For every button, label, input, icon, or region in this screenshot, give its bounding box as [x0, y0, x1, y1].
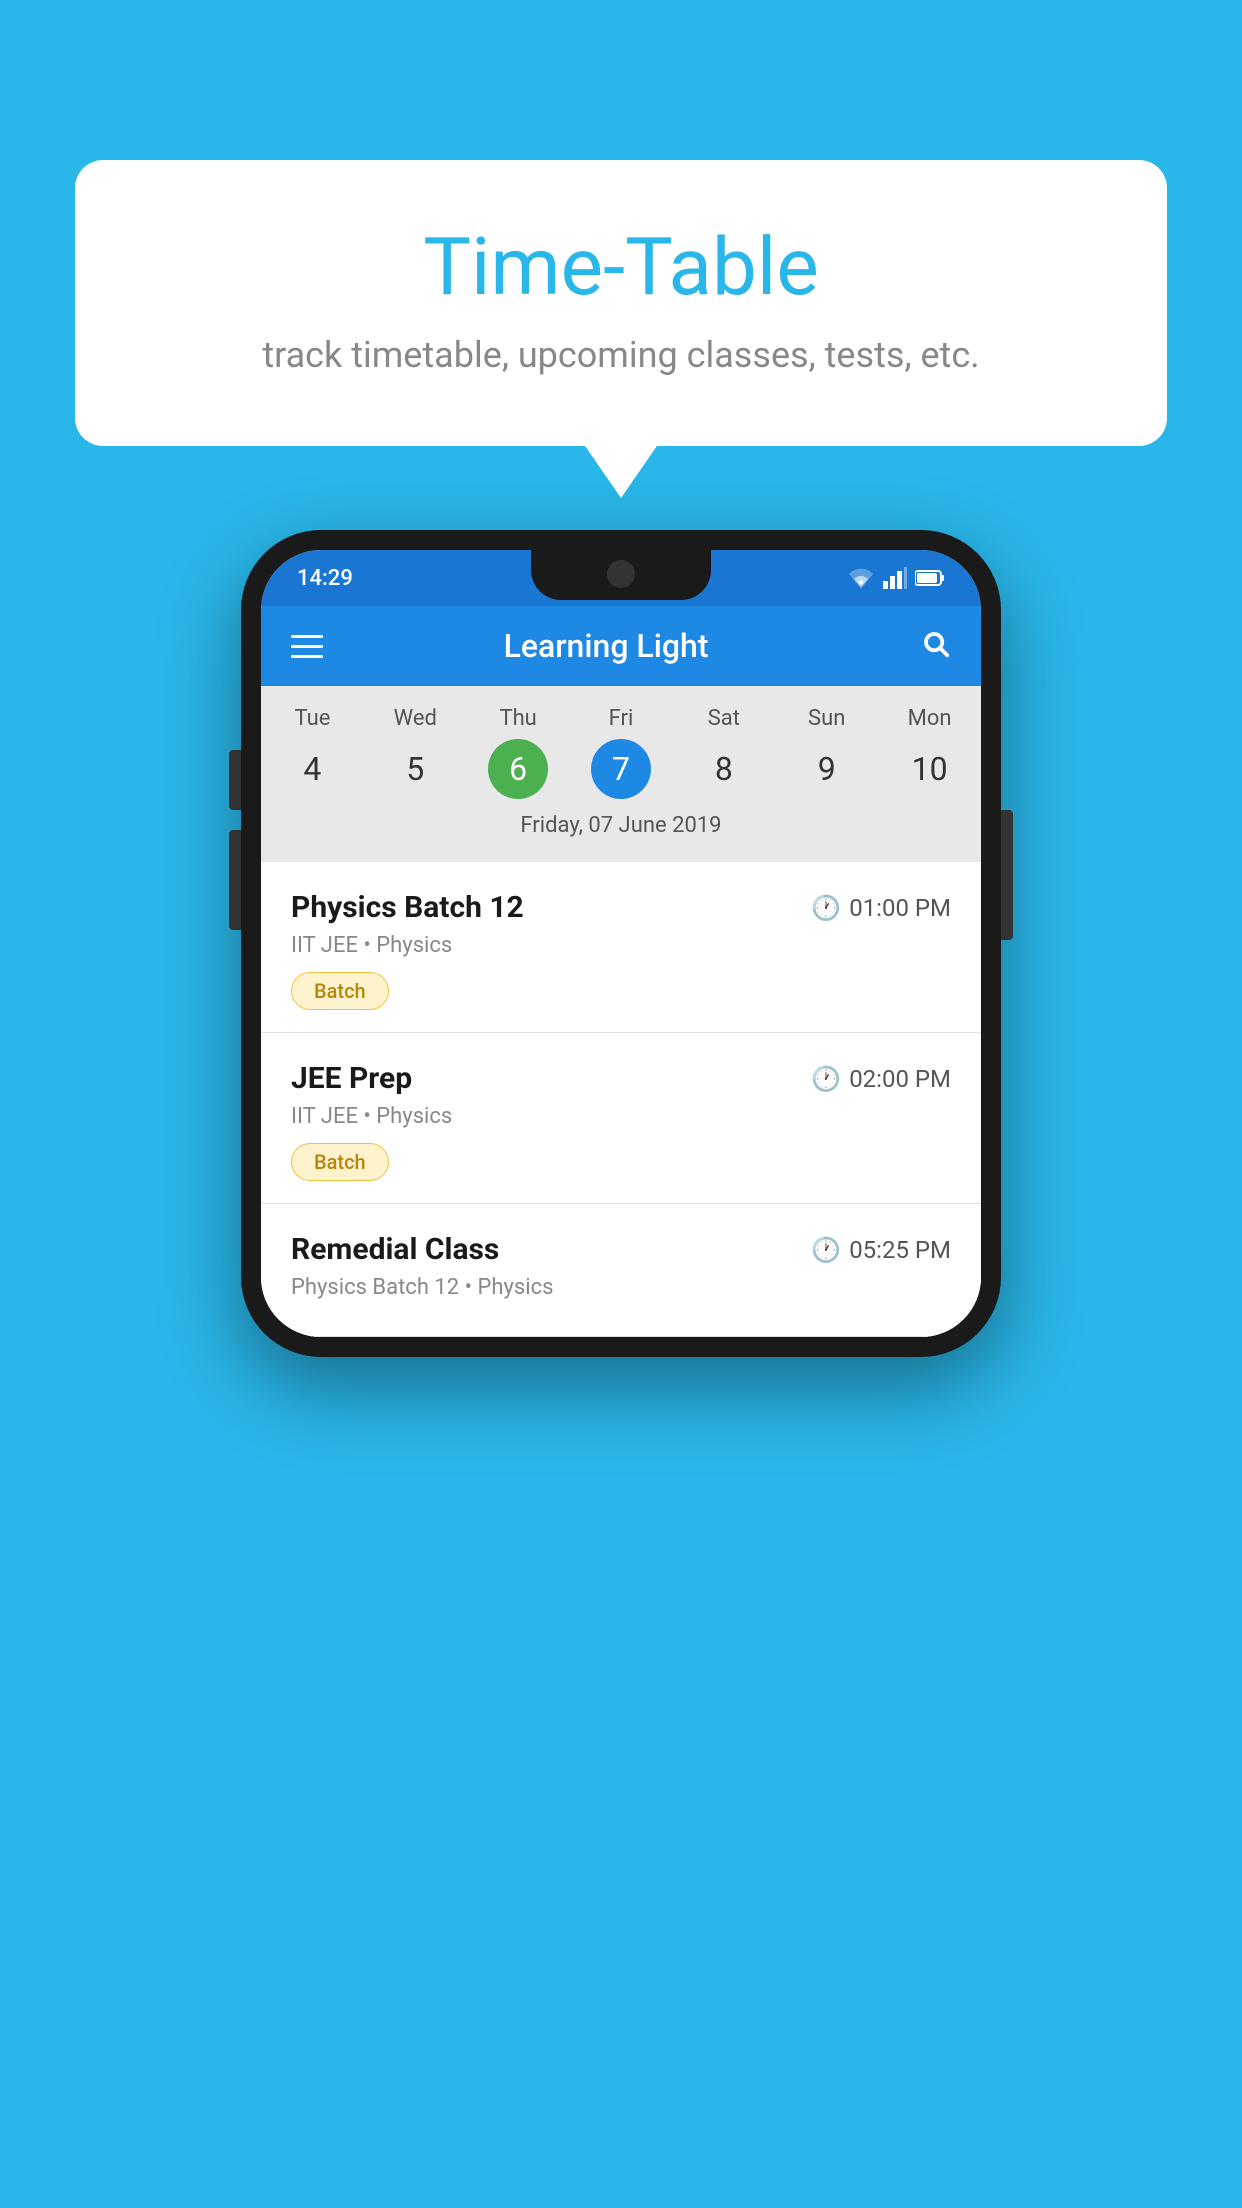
- phone-screen: 14:29: [261, 550, 981, 1337]
- phone-side-btn-left2: [229, 830, 241, 930]
- bubble-title: Time-Table: [155, 220, 1087, 314]
- schedule-list: Physics Batch 12 🕐 01:00 PM IIT JEE • Ph…: [261, 862, 981, 1337]
- day-7-selected[interactable]: 7: [591, 739, 651, 799]
- day-header-thu: Thu: [467, 706, 570, 731]
- phone-side-btn-left: [229, 750, 241, 810]
- phone-frame: 14:29: [241, 530, 1001, 1357]
- day-9[interactable]: 9: [775, 742, 878, 796]
- schedule-item-3[interactable]: Remedial Class 🕐 05:25 PM Physics Batch …: [261, 1204, 981, 1337]
- schedule-item-1-header: Physics Batch 12 🕐 01:00 PM: [291, 890, 951, 925]
- schedule-item-2-time: 🕐 02:00 PM: [811, 1065, 951, 1093]
- schedule-item-1[interactable]: Physics Batch 12 🕐 01:00 PM IIT JEE • Ph…: [261, 862, 981, 1033]
- day-4[interactable]: 4: [261, 742, 364, 796]
- bubble-subtitle: track timetable, upcoming classes, tests…: [155, 334, 1087, 376]
- calendar-strip: Tue Wed Thu Fri Sat Sun Mon 4 5 6 7 8 9 …: [261, 686, 981, 862]
- day-10[interactable]: 10: [878, 742, 981, 796]
- phone-camera: [607, 560, 635, 588]
- phone-notch: [531, 550, 711, 600]
- schedule-item-1-time: 🕐 01:00 PM: [811, 894, 951, 922]
- day-5[interactable]: 5: [364, 742, 467, 796]
- day-header-wed: Wed: [364, 706, 467, 731]
- schedule-item-2-header: JEE Prep 🕐 02:00 PM: [291, 1061, 951, 1096]
- day-numbers: 4 5 6 7 8 9 10: [261, 739, 981, 799]
- day-header-mon: Mon: [878, 706, 981, 731]
- day-headers: Tue Wed Thu Fri Sat Sun Mon: [261, 706, 981, 731]
- schedule-item-2-title: JEE Prep: [291, 1061, 412, 1096]
- signal-icon: [883, 567, 907, 589]
- schedule-item-3-header: Remedial Class 🕐 05:25 PM: [291, 1232, 951, 1267]
- day-6-today[interactable]: 6: [488, 739, 548, 799]
- phone-side-btn-right: [1001, 810, 1013, 940]
- status-icons: [847, 567, 945, 589]
- search-icon: [921, 629, 951, 659]
- app-title: Learning Light: [291, 627, 921, 665]
- speech-bubble-wrapper: Time-Table track timetable, upcoming cla…: [75, 160, 1167, 446]
- selected-date-label: Friday, 07 June 2019: [261, 813, 981, 852]
- clock-icon-2: 🕐: [811, 1065, 841, 1093]
- app-bar: Learning Light: [261, 606, 981, 686]
- battery-icon: [915, 569, 945, 587]
- schedule-item-2-subtitle: IIT JEE • Physics: [291, 1104, 951, 1129]
- search-button[interactable]: [921, 629, 951, 663]
- schedule-item-3-subtitle: Physics Batch 12 • Physics: [291, 1275, 951, 1300]
- day-8[interactable]: 8: [672, 742, 775, 796]
- schedule-item-1-tag: Batch: [291, 972, 389, 1010]
- schedule-item-1-subtitle: IIT JEE • Physics: [291, 933, 951, 958]
- clock-icon-3: 🕐: [811, 1236, 841, 1264]
- speech-bubble: Time-Table track timetable, upcoming cla…: [75, 160, 1167, 446]
- wifi-icon: [847, 567, 875, 589]
- schedule-item-3-title: Remedial Class: [291, 1232, 499, 1267]
- status-time: 14:29: [297, 566, 353, 591]
- clock-icon-1: 🕐: [811, 894, 841, 922]
- day-header-tue: Tue: [261, 706, 364, 731]
- schedule-item-1-title: Physics Batch 12: [291, 890, 524, 925]
- day-header-sat: Sat: [672, 706, 775, 731]
- schedule-item-3-time: 🕐 05:25 PM: [811, 1236, 951, 1264]
- day-header-fri: Fri: [570, 706, 673, 731]
- day-header-sun: Sun: [775, 706, 878, 731]
- phone-mockup: 14:29: [241, 530, 1001, 1357]
- schedule-item-2-tag: Batch: [291, 1143, 389, 1181]
- schedule-item-2[interactable]: JEE Prep 🕐 02:00 PM IIT JEE • Physics Ba…: [261, 1033, 981, 1204]
